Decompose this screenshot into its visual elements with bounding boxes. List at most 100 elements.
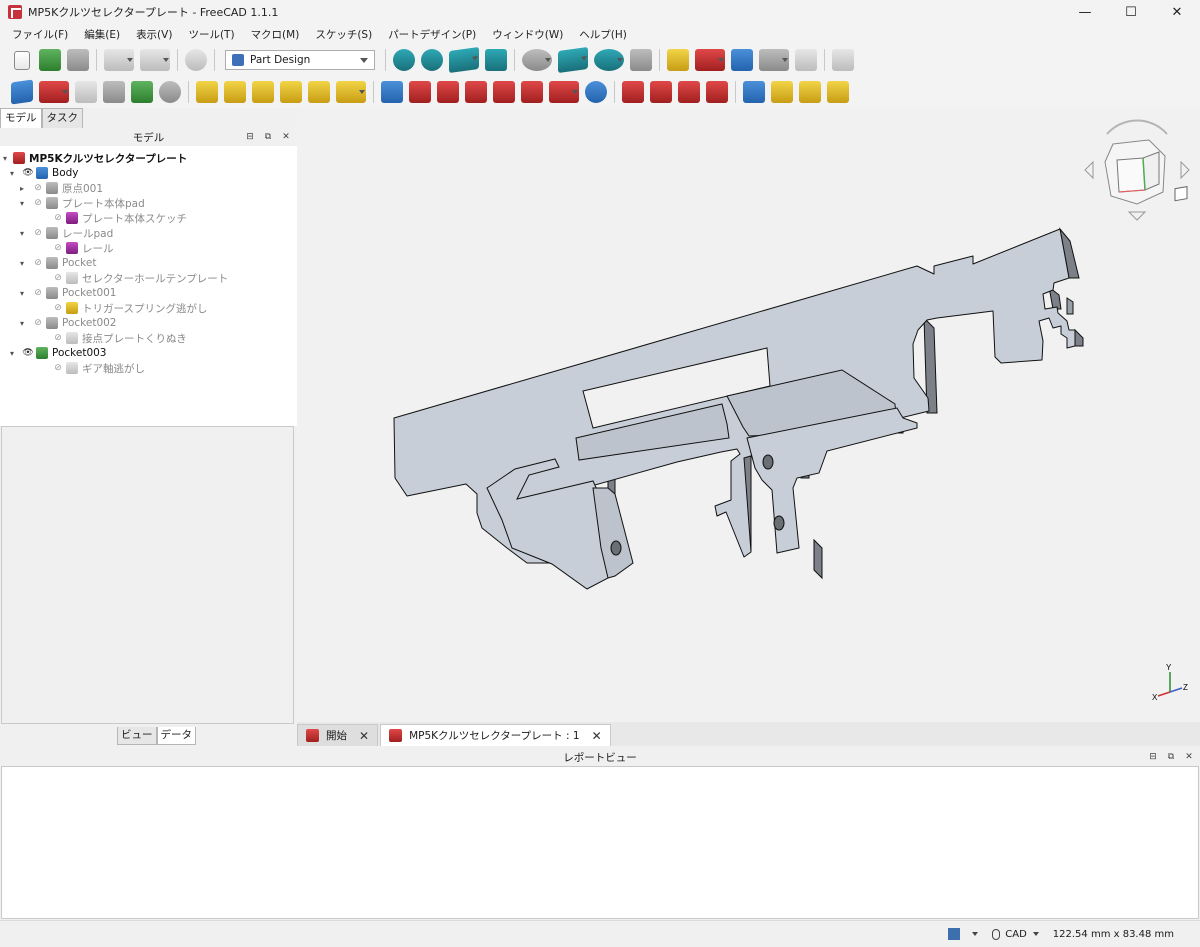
additive-helix-icon[interactable] <box>308 81 330 103</box>
tree-expand-icon[interactable]: ▾ <box>20 199 30 208</box>
linear-pattern-icon[interactable] <box>771 81 793 103</box>
tab-data[interactable]: データ <box>156 727 196 745</box>
tree-expand-icon[interactable]: ▾ <box>20 319 30 328</box>
clone-icon[interactable] <box>159 81 181 103</box>
fit-all-icon[interactable] <box>393 49 415 71</box>
shape-binder-icon[interactable] <box>103 81 125 103</box>
boolean-icon[interactable] <box>585 81 607 103</box>
zoom-icon[interactable] <box>594 49 624 71</box>
measure-icon[interactable] <box>630 49 652 71</box>
tab-view[interactable]: ビュー <box>117 727 157 745</box>
pocket-icon[interactable] <box>381 81 403 103</box>
nav-cube-right-face[interactable] <box>1142 151 1160 191</box>
tree-item-sketch[interactable]: ⊘ プレート本体スケッチ <box>40 211 187 225</box>
folder-icon[interactable] <box>731 49 753 71</box>
navigation-cube[interactable] <box>1077 112 1197 226</box>
view-cube-icon[interactable] <box>449 46 479 74</box>
workbench-selector[interactable]: Part Design <box>225 50 375 70</box>
menu-file[interactable]: ファイル(F) <box>4 27 76 42</box>
multi-transform-icon[interactable] <box>827 81 849 103</box>
tree-item-pocket001[interactable]: ▾ ⊘ Pocket001 <box>20 286 116 300</box>
tree-item-pocket002[interactable]: ▾ ⊘ Pocket002 <box>20 316 116 330</box>
thickness-icon[interactable] <box>706 81 728 103</box>
part-icon[interactable] <box>667 49 689 71</box>
maximize-button[interactable]: ☐ <box>1108 0 1154 24</box>
tree-item-origin[interactable]: ▸ ⊘ 原点001 <box>20 181 103 195</box>
menu-help[interactable]: ヘルプ(H) <box>571 27 635 42</box>
visibility-hidden-icon[interactable]: ⊘ <box>50 243 66 253</box>
tree-item-body[interactable]: ▾ 👁 Body <box>10 166 79 180</box>
menu-part-design[interactable]: パートデザイン(P) <box>380 27 484 42</box>
tree-expand-icon[interactable]: ▾ <box>20 259 30 268</box>
coordinate-system-icon[interactable] <box>695 49 725 71</box>
3d-viewport[interactable]: Y X Z <box>297 108 1200 722</box>
visibility-hidden-icon[interactable]: ⊘ <box>30 258 46 268</box>
additive-loft-icon[interactable] <box>252 81 274 103</box>
menu-window[interactable]: ウィンドウ(W) <box>484 27 571 42</box>
nav-arrow-down-icon[interactable] <box>1127 211 1147 221</box>
navigation-style-selector[interactable]: CAD <box>992 928 1039 940</box>
visibility-hidden-icon[interactable]: ⊘ <box>30 228 46 238</box>
tree-item-pocket[interactable]: ▾ ⊘ Pocket <box>20 256 96 270</box>
draft-icon[interactable] <box>678 81 700 103</box>
model-panel-restore-button[interactable]: ⧉ <box>261 130 275 144</box>
bounding-box-icon[interactable] <box>485 49 507 71</box>
additive-primitive-icon[interactable] <box>336 81 366 103</box>
tab-start[interactable]: 開始 ✕ <box>297 724 379 746</box>
undo-icon[interactable] <box>104 49 134 71</box>
tree-item-gear-shaft[interactable]: ⊘ ギア軸逃がし <box>40 361 145 375</box>
subshape-binder-icon[interactable] <box>131 81 153 103</box>
visibility-hidden-icon[interactable]: ⊘ <box>50 303 66 313</box>
visibility-hidden-icon[interactable]: ⊘ <box>30 198 46 208</box>
groove-icon[interactable] <box>437 81 459 103</box>
new-document-icon[interactable] <box>14 50 30 70</box>
close-icon[interactable]: ✕ <box>359 729 369 743</box>
menu-edit[interactable]: 編集(E) <box>76 27 128 42</box>
fit-selection-icon[interactable] <box>421 49 443 71</box>
close-icon[interactable]: ✕ <box>592 729 602 743</box>
visibility-hidden-icon[interactable]: ⊘ <box>50 213 66 223</box>
tree-item-document[interactable]: ▾ MP5Kクルツセレクタープレート <box>3 151 187 165</box>
visibility-eye-icon[interactable]: 👁 <box>20 348 36 358</box>
whats-this-icon[interactable] <box>832 49 854 71</box>
tree-expand-icon[interactable]: ▾ <box>10 349 20 358</box>
visibility-eye-icon[interactable]: 👁 <box>20 168 36 178</box>
fillet-icon[interactable] <box>622 81 644 103</box>
draw-style-indicator[interactable] <box>948 928 979 940</box>
validate-sketch-icon[interactable] <box>75 81 97 103</box>
model-panel-close-button[interactable]: ✕ <box>279 130 293 144</box>
menu-sketch[interactable]: スケッチ(S) <box>307 27 380 42</box>
tree-item-rail-pad[interactable]: ▾ ⊘ レールpad <box>20 226 113 240</box>
expressions-icon[interactable] <box>795 49 817 71</box>
visibility-hidden-icon[interactable]: ⊘ <box>50 363 66 373</box>
tree-item-pad[interactable]: ▾ ⊘ プレート本体pad <box>20 196 145 210</box>
tree-expand-icon[interactable]: ▾ <box>20 289 30 298</box>
visibility-hidden-icon[interactable]: ⊘ <box>30 183 46 193</box>
report-close-button[interactable]: ✕ <box>1182 750 1196 764</box>
create-sketch-icon[interactable] <box>39 81 69 103</box>
tree-expand-icon[interactable]: ▾ <box>10 169 20 178</box>
tree-expand-icon[interactable]: ▾ <box>20 229 30 238</box>
revolution-icon[interactable] <box>224 81 246 103</box>
draw-style-icon[interactable] <box>522 49 552 71</box>
refresh-icon[interactable] <box>185 49 207 71</box>
visibility-hidden-icon[interactable]: ⊘ <box>30 288 46 298</box>
report-output[interactable] <box>1 766 1199 919</box>
menu-tools[interactable]: ツール(T) <box>180 27 242 42</box>
std-views-icon[interactable] <box>558 46 588 74</box>
menu-view[interactable]: 表示(V) <box>128 27 180 42</box>
pad-icon[interactable] <box>196 81 218 103</box>
tab-model[interactable]: モデル <box>0 108 42 128</box>
open-document-icon[interactable] <box>39 49 61 71</box>
subtractive-helix-icon[interactable] <box>521 81 543 103</box>
report-float-button[interactable]: ⊟ <box>1146 750 1160 764</box>
subtractive-primitive-icon[interactable] <box>549 81 579 103</box>
tree-expand-icon[interactable]: ▾ <box>3 154 13 163</box>
nav-arrow-left-icon[interactable] <box>1084 160 1094 180</box>
hole-icon[interactable] <box>409 81 431 103</box>
tab-task[interactable]: タスク <box>41 108 83 128</box>
subtractive-pipe-icon[interactable] <box>493 81 515 103</box>
tree-expand-icon[interactable]: ▸ <box>20 184 30 193</box>
visibility-hidden-icon[interactable]: ⊘ <box>30 318 46 328</box>
visibility-hidden-icon[interactable]: ⊘ <box>50 273 66 283</box>
